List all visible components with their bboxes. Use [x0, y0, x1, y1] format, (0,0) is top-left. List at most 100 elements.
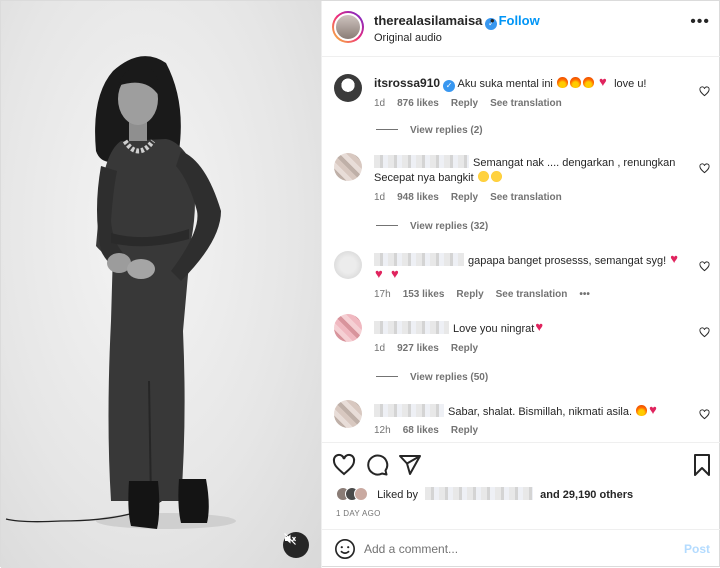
commenter-avatar[interactable]	[334, 314, 362, 342]
more-options-button[interactable]: •••	[690, 13, 710, 31]
view-replies-button[interactable]: View replies (2)	[376, 125, 483, 136]
comment-input[interactable]	[364, 539, 664, 559]
liker-avatar	[354, 487, 368, 501]
comment-body: itsrossa910✓ Aku suka mental ini love u!	[374, 74, 694, 92]
comment-text: Love you ningrat	[453, 323, 535, 335]
audio-label[interactable]: Original audio	[374, 32, 442, 44]
blurred-username	[374, 253, 464, 266]
fire-emoji	[636, 405, 648, 416]
comment-likes[interactable]: 876 likes	[397, 98, 439, 109]
post-time-ago[interactable]: 1 DAY AGO	[336, 509, 381, 518]
fire-emoji	[556, 77, 568, 88]
comment-meta: 1d 948 likes Reply See translation	[374, 192, 574, 203]
post-side-panel: therealasilamaisa ✓ • Follow Original audi…	[321, 1, 720, 568]
like-comment-heart-icon[interactable]	[699, 409, 710, 420]
comment-meta: 12h 68 likes Reply	[374, 425, 490, 436]
comment-text: Semangat nak .... dengarkan , renungkan	[473, 157, 676, 169]
like-comment-heart-icon[interactable]	[699, 163, 710, 174]
comment-more-button[interactable]: •••	[579, 289, 590, 300]
comment-text-line2: Secepat nya bangkit	[374, 172, 474, 184]
see-translation-button[interactable]: See translation	[490, 98, 562, 109]
view-replies-label[interactable]: View replies (50)	[410, 372, 488, 383]
comments-list[interactable]: itsrossa910✓ Aku suka mental ini love u!…	[322, 58, 720, 441]
red-heart-emoji	[375, 266, 386, 281]
comment-meta: 1d 927 likes Reply	[374, 343, 490, 354]
comment-likes[interactable]: 948 likes	[397, 192, 439, 203]
separator-dot: •	[490, 13, 495, 28]
post-modal: therealasilamaisa ✓ • Follow Original audi…	[0, 0, 720, 568]
comment-time: 1d	[374, 98, 386, 109]
comment-likes[interactable]: 153 likes	[403, 289, 445, 300]
blurred-username	[374, 321, 449, 334]
bookmark-icon[interactable]	[690, 453, 714, 477]
red-heart-emoji	[670, 251, 681, 266]
follow-button[interactable]: • Follow	[490, 13, 540, 28]
like-comment-heart-icon[interactable]	[699, 327, 710, 338]
blurred-username	[374, 155, 469, 168]
star-eyes-emoji	[490, 171, 502, 182]
replies-line	[376, 129, 398, 130]
commenter-username[interactable]: itsrossa910	[374, 76, 440, 90]
reply-button[interactable]: Reply	[456, 289, 483, 300]
person-photo-illustration	[5, 56, 236, 529]
comment-likes[interactable]: 68 likes	[403, 425, 439, 436]
view-replies-label[interactable]: View replies (32)	[410, 221, 488, 232]
add-comment-bar: Post	[322, 529, 720, 568]
liked-by-label: Liked by	[377, 489, 419, 501]
comment-likes[interactable]: 927 likes	[397, 343, 439, 354]
commenter-avatar[interactable]	[334, 400, 362, 428]
comment-time: 17h	[374, 289, 391, 300]
post-comment-button[interactable]: Post	[684, 542, 710, 556]
reply-button[interactable]: Reply	[451, 192, 478, 203]
comment-text: gapapa banget prosesss, semangat syg!	[468, 255, 667, 267]
view-replies-button[interactable]: View replies (50)	[376, 372, 488, 383]
red-heart-emoji	[649, 402, 660, 417]
commenter-avatar[interactable]	[334, 251, 362, 279]
like-comment-heart-icon[interactable]	[699, 261, 710, 272]
see-translation-button[interactable]: See translation	[490, 192, 562, 203]
replies-line	[376, 225, 398, 226]
replies-line	[376, 376, 398, 377]
reply-button[interactable]: Reply	[451, 425, 478, 436]
verified-icon: ✓	[443, 80, 456, 92]
mute-icon	[284, 533, 297, 545]
view-replies-button[interactable]: View replies (32)	[376, 221, 488, 232]
comment-suffix: love u!	[614, 78, 647, 90]
likes-count[interactable]: and 29,190 others	[540, 489, 633, 501]
comment-body: Sabar, shalat. Bismillah, nikmati asila.	[374, 402, 694, 420]
reply-button[interactable]: Reply	[451, 343, 478, 354]
comment-time: 1d	[374, 192, 386, 203]
comment-text: Aku suka mental ini	[457, 78, 553, 90]
comment-icon[interactable]	[365, 453, 389, 477]
post-actions: Liked by and 29,190 others 1 DAY AGO	[322, 442, 720, 522]
author-username[interactable]: therealasilamaisa	[374, 13, 482, 28]
view-replies-label[interactable]: View replies (2)	[410, 125, 483, 136]
comment-time: 1d	[374, 343, 386, 354]
comment-meta: 17h 153 likes Reply See translation •••	[374, 289, 602, 300]
author-username-row[interactable]: therealasilamaisa ✓	[374, 13, 498, 30]
reply-button[interactable]: Reply	[451, 98, 478, 109]
comment-time: 12h	[374, 425, 391, 436]
commenter-avatar[interactable]	[334, 74, 362, 102]
post-photo[interactable]	[1, 1, 321, 568]
red-heart-emoji	[535, 319, 546, 334]
fire-emoji	[569, 77, 581, 88]
blurred-liker	[425, 487, 534, 500]
share-icon[interactable]	[398, 453, 422, 477]
comment-meta: 1d 876 likes Reply See translation	[374, 98, 574, 109]
red-heart-emoji	[391, 266, 402, 281]
liked-by-row[interactable]: Liked by and 29,190 others	[336, 487, 633, 501]
heart-icon[interactable]	[332, 453, 356, 477]
post-header: therealasilamaisa ✓ • Follow Original audi…	[322, 1, 720, 57]
author-avatar[interactable]	[332, 11, 364, 43]
see-translation-button[interactable]: See translation	[496, 289, 568, 300]
comment-text: Sabar, shalat. Bismillah, nikmati asila.	[448, 406, 633, 418]
comment-body: gapapa banget prosesss, semangat syg!	[374, 251, 694, 284]
comment-body: Love you ningrat	[374, 319, 694, 337]
emoji-icon[interactable]	[334, 538, 356, 560]
commenter-avatar[interactable]	[334, 153, 362, 181]
comment-body: Semangat nak .... dengarkan , renungkan …	[374, 155, 694, 186]
mute-button[interactable]	[283, 532, 309, 558]
like-comment-heart-icon[interactable]	[699, 86, 710, 97]
follow-label[interactable]: Follow	[499, 13, 540, 28]
